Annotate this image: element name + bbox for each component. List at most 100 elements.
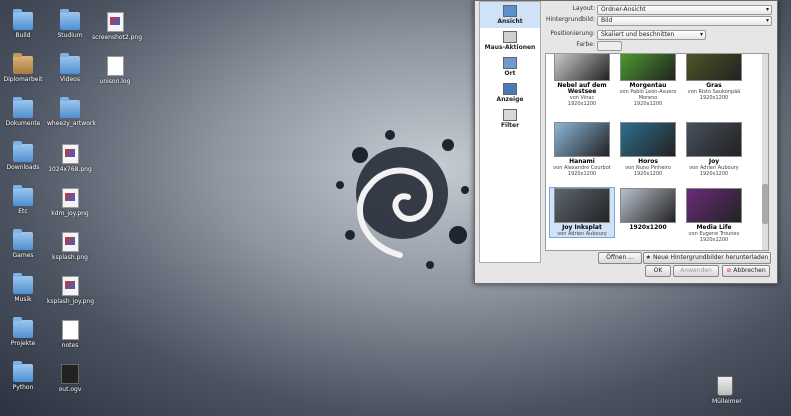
desktop-settings-dialog: Ansicht Maus-Aktionen Ort Anzeige Filter Lay… <box>474 0 778 284</box>
desktop-icon-label: kdm_joy.png <box>51 210 89 217</box>
desktop-icon-label: wheezy_artwork <box>47 120 96 127</box>
sidebar-item-maus-aktionen[interactable]: Maus-Aktionen <box>480 28 540 54</box>
position-label: Positionierung: <box>550 30 595 37</box>
desktop-icon-item[interactable]: out.ogv <box>47 364 93 393</box>
image-file-icon <box>61 232 79 252</box>
mouse-icon <box>503 31 517 43</box>
wallpaper-author: von Adrien Auboury <box>557 231 607 237</box>
folder-icon <box>13 229 33 250</box>
desktop-icon-item[interactable]: screenshot2.png <box>92 12 143 41</box>
desktop-icon-label: ksplash_joy.png <box>47 298 95 305</box>
debian-swirl-logo <box>336 130 469 269</box>
wallpaper-tile[interactable]: Joy von Adrien Auboury 1920x1200 <box>682 122 746 177</box>
desktop-icon-item[interactable]: wheezy_artwork <box>47 97 96 127</box>
wallpaper-thumbnail <box>686 54 742 81</box>
wallpaper-size: 1920x1200 <box>699 171 729 177</box>
wallpaper-scrollbar[interactable] <box>762 54 768 250</box>
wallpaper-tile[interactable]: Nebel auf dem Westsee von Vinac 1920x1200 <box>550 54 614 107</box>
sidebar-item-ansicht[interactable]: Ansicht <box>480 2 540 28</box>
wallpaper-thumbnail <box>554 122 610 157</box>
desktop-icon-item[interactable]: Projekte <box>0 317 46 347</box>
desktop-icon-item[interactable]: Downloads <box>0 141 46 171</box>
desktop-icon-item[interactable]: Etc <box>0 185 46 215</box>
folder-icon <box>13 9 33 30</box>
wallpaper-size: 1920x1200 <box>567 101 597 107</box>
wallpaper-thumbnail <box>620 122 676 157</box>
wallpaper-tile[interactable]: Gras von Risto Saukonpää 1920x1200 <box>682 54 746 101</box>
desktop-icon-item[interactable]: unison.log <box>92 56 138 85</box>
open-button-label: Öffnen ... <box>606 254 634 261</box>
position-select[interactable]: Skaliert und beschnitten <box>597 30 706 40</box>
funnel-icon <box>503 109 517 121</box>
wallpaper-author: von Pablo León-Asuero Moreno <box>619 89 677 101</box>
sidebar-item-ort[interactable]: Ort <box>480 54 540 80</box>
sidebar-item-label: Filter <box>500 122 520 129</box>
desktop-icon-item[interactable]: Games <box>0 229 46 259</box>
desktop-icon-label: 1024x768.png <box>48 166 92 173</box>
apply-button[interactable]: Anwenden <box>673 265 719 277</box>
wallpaper-thumbnail <box>620 54 676 81</box>
open-button[interactable]: Öffnen ... <box>598 252 642 264</box>
cancel-button[interactable]: ⊘ Abbrechen <box>722 265 770 277</box>
wallpaper-thumbnail <box>554 54 610 81</box>
ok-button-label: OK <box>653 267 663 274</box>
sidebar-item-label: Anzeige <box>496 96 524 103</box>
wallpaper-size: 1920x1200 <box>633 101 663 107</box>
wallpaper-tile[interactable]: Joy Inksplat von Adrien Auboury <box>549 187 615 238</box>
display-icon <box>503 83 517 95</box>
apply-button-label: Anwenden <box>680 267 712 274</box>
folder-icon <box>60 97 80 118</box>
cancel-button-label: Abbrechen <box>733 267 766 274</box>
wallpaper-size: 1920x1200 <box>567 171 597 177</box>
desktop-icon-item[interactable]: Videos <box>47 53 93 83</box>
sidebar-item-anzeige[interactable]: Anzeige <box>480 80 540 106</box>
wallpaper-size: 1920x1200 <box>699 95 729 101</box>
desktop-icon-item[interactable]: Dokumente <box>0 97 46 127</box>
wallpaper-tile[interactable]: Horos von Nuno Pinheiro 1920x1200 <box>616 122 680 177</box>
sidebar-item-label: Ort <box>504 70 516 77</box>
folder-icon <box>60 9 80 30</box>
desktop-icon-item[interactable]: ksplash_joy.png <box>47 276 95 305</box>
desktop-icon-label: Downloads <box>6 164 40 171</box>
desktop-icon-label: Build <box>15 32 31 39</box>
folder-icon <box>13 141 33 162</box>
desktop-icon-label: ksplash.png <box>51 254 88 261</box>
image-file-icon <box>61 188 79 208</box>
wallpaper-name: 1920x1200 <box>629 224 667 231</box>
folder-icon <box>13 97 33 118</box>
desktop-icon-item[interactable]: Diplomarbeit <box>0 53 46 83</box>
background-select[interactable]: Bild <box>597 16 772 26</box>
window-icon <box>503 57 517 69</box>
trash-icon-container[interactable]: Mülleimer <box>712 376 742 405</box>
desktop-icon-item[interactable]: Studium <box>47 9 93 39</box>
text-file-icon <box>61 320 79 340</box>
sidebar-item-filter[interactable]: Filter <box>480 106 540 132</box>
wallpaper-size: 1920x1200 <box>699 237 729 243</box>
wallpaper-thumbnail <box>554 188 610 223</box>
wallpaper-tile[interactable]: Media Life von Eugene Trounev 1920x1200 <box>682 188 746 243</box>
desktop-icon-label: Musik <box>14 296 32 303</box>
color-picker-button[interactable] <box>597 41 622 51</box>
desktop-icon-label: Games <box>12 252 34 259</box>
star-icon: ★ <box>645 254 653 261</box>
desktop-icon-item[interactable]: kdm_joy.png <box>47 188 93 217</box>
scrollbar-thumb[interactable] <box>762 184 768 224</box>
layout-label: Layout: <box>572 5 595 12</box>
desktop-icon-item[interactable]: notes <box>47 320 93 349</box>
desktop-icon-label: Diplomarbeit <box>3 76 43 83</box>
desktop-icon-item[interactable]: Python <box>0 361 46 391</box>
wallpaper-name: Nebel auf dem Westsee <box>557 82 607 95</box>
desktop-icon-item[interactable]: Musik <box>0 273 46 303</box>
desktop-icon-item[interactable]: Build <box>0 9 46 39</box>
ok-button[interactable]: OK <box>645 265 671 277</box>
desktop-icon-item[interactable]: ksplash.png <box>47 232 93 261</box>
wallpaper-tile[interactable]: 1920x1200 <box>616 188 680 231</box>
desktop-icon-item[interactable]: 1024x768.png <box>47 144 93 173</box>
wallpaper-tile[interactable]: Hanami von Alexandre Courbot 1920x1200 <box>550 122 614 177</box>
download-wallpapers-button[interactable]: ★ Neue Hintergrundbilder herunterladen .… <box>643 252 771 271</box>
wallpaper-tile[interactable]: Morgentau von Pablo León-Asuero Moreno 192… <box>616 54 680 107</box>
desktop-icon-label: Projekte <box>10 340 36 347</box>
trash-icon <box>717 376 733 396</box>
desktop-icon-label: screenshot2.png <box>92 34 143 41</box>
layout-select[interactable]: Ordner-Ansicht <box>597 5 772 15</box>
